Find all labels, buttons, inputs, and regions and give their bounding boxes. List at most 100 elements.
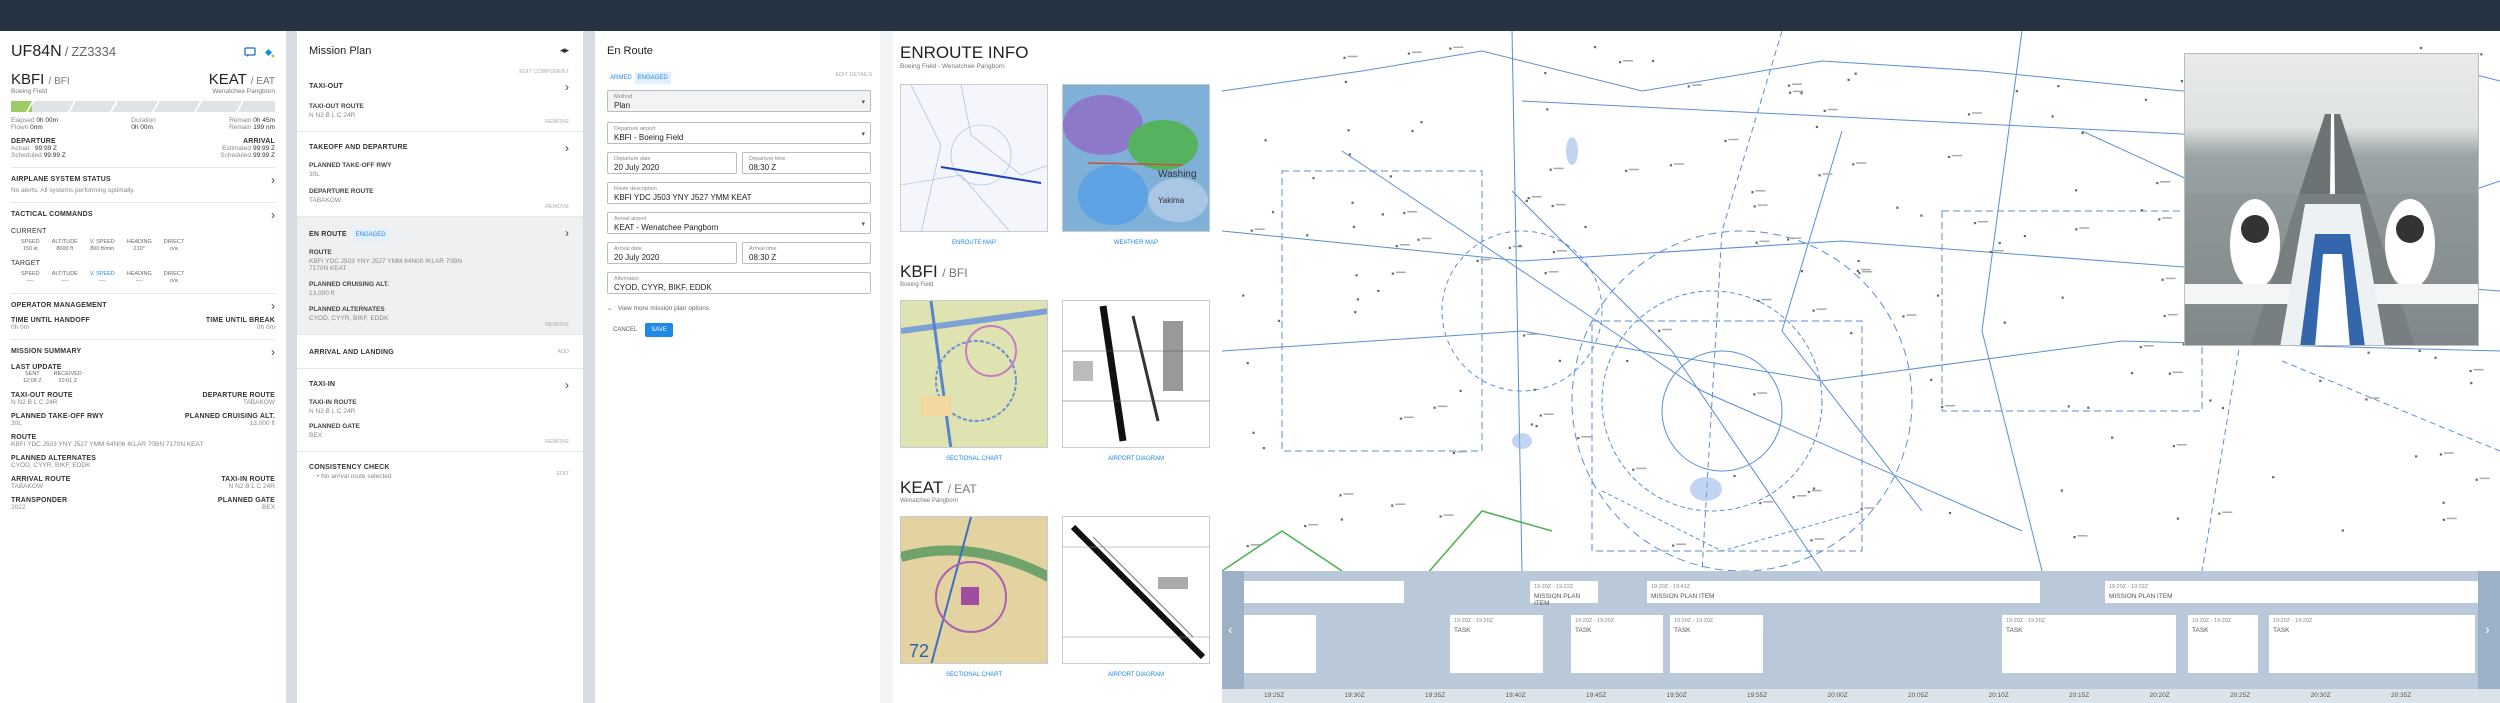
timeline-task[interactable]: 19:20Z - 19:20Z TASK — [1670, 615, 1763, 673]
navaid-point — [1920, 214, 1923, 217]
method-select[interactable]: Method Plan ▾ — [607, 90, 871, 112]
remove-button[interactable]: REMOVE — [309, 439, 569, 445]
target-commands: SPEED ---- ALTITUDE ---- V. SPEED ---- HEADING… — [11, 271, 275, 285]
command-heading[interactable]: HEADING ---- — [127, 271, 152, 285]
timeline-tick: 20:35Z — [2391, 692, 2412, 699]
remove-button[interactable]: REMOVE — [309, 119, 569, 125]
armed-toggle[interactable]: ARMED — [607, 72, 635, 84]
navaid-point — [1533, 388, 1536, 391]
takeoff-section[interactable]: TAKEOFF AND DEPARTURE › PLANNED TAKE-OFF … — [297, 132, 583, 217]
navaid-point — [2168, 372, 2171, 375]
command-heading[interactable]: HEADING 210° — [127, 239, 152, 253]
navaid-point — [1812, 487, 1816, 490]
navaid-point — [1584, 225, 1587, 229]
navaid-point — [2439, 453, 2443, 456]
taxi-in-section[interactable]: TAXI-IN › TAXI-IN ROUTE N N2 B L C 24R PL… — [297, 369, 583, 452]
mission-timeline[interactable]: ‹ › 19:20Z - 19:22Z MISSION PLAN ITEM 19:… — [1222, 571, 2500, 703]
arrival-airport-select[interactable]: Arrival airport KEAT - Wenatchee Pangborn… — [607, 212, 871, 234]
command-altitude[interactable]: ALTITUDE 8000 ft — [52, 239, 78, 253]
command-speed[interactable]: SPEED ---- — [21, 271, 40, 285]
timeline-task[interactable]: 19:20Z - 19:20Z TASK — [2002, 615, 2176, 673]
origin-airport-diagram-link[interactable]: AIRPORT DIAGRAM — [1062, 456, 1210, 462]
timeline-scroll-left[interactable]: ‹ — [1222, 571, 1244, 691]
route-description-field[interactable]: Route description KBFI YDC J503 YNY J527 … — [607, 182, 871, 204]
tactical-commands-section[interactable]: TACTICAL COMMANDS › CURRENT SPEED 150 kt AL… — [11, 202, 275, 293]
callsign: UF84N — [11, 43, 62, 60]
enroute-map-link[interactable]: ENROUTE MAP — [900, 240, 1048, 246]
svg-text:Yakima: Yakima — [1158, 196, 1185, 205]
timeline-task[interactable]: 19:20Z - 19:20Z TASK — [1571, 615, 1663, 673]
timeline-task[interactable]: 19:20Z - 19:20Z TASK — [2188, 615, 2258, 673]
timeline-task[interactable]: 19:20Z - 19:20Z TASK — [2269, 615, 2475, 673]
flight-progress-bar — [11, 101, 275, 112]
departure-time-field[interactable]: Departure time 08:30 Z — [742, 152, 871, 174]
more-options-toggle[interactable]: ⌄ View more mission plan options — [607, 304, 880, 312]
timeline-task[interactable]: 19:20Z - 19:20Z TASK — [1450, 615, 1543, 673]
navaid-point — [2060, 489, 2063, 492]
origin-sectional-link[interactable]: SECTIONAL CHART — [900, 456, 1048, 462]
enroute-chart-map[interactable] — [1222, 31, 2500, 571]
mission-summary-section[interactable]: MISSION SUMMARY › LAST UPDATE SENT 12:08 Z… — [11, 339, 275, 519]
destination-airport-diagram-link[interactable]: AIRPORT DIAGRAM — [1062, 672, 1210, 678]
timeline-plan-item[interactable]: 19:20Z - 19:41Z MISSION PLAN ITEM — [1647, 581, 2040, 603]
navaid-point — [1858, 271, 1861, 275]
timeline-plan-item[interactable] — [1244, 581, 1404, 603]
save-button[interactable]: SAVE — [645, 323, 673, 337]
timeline-plan-item[interactable]: 19:20Z - 19:22Z MISSION PLAN ITEM — [2105, 581, 2478, 603]
command-altitude[interactable]: ALTITUDE ---- — [52, 271, 78, 285]
chat-icon[interactable] — [244, 47, 256, 58]
alternates-field[interactable]: Alternates CYOD, CYYR, BIKF, EDDK — [607, 272, 871, 294]
edit-button[interactable]: EDIT — [556, 471, 569, 480]
cancel-button[interactable]: CANCEL — [607, 323, 643, 337]
taxi-out-section[interactable]: TAXI-OUT › TAXI-OUT ROUTE N N2 B L C 24R … — [297, 75, 583, 132]
weather-map-thumbnail[interactable]: Washing Yakima — [1062, 84, 1210, 232]
destination-sectional-thumbnail[interactable]: 72 — [900, 516, 1048, 664]
timeline-task[interactable] — [1244, 615, 1316, 673]
navaid-point — [1544, 71, 1547, 75]
navaid-point — [1651, 60, 1655, 63]
command-v-speed[interactable]: V. SPEED ---- — [90, 271, 115, 285]
origin-sectional-thumbnail[interactable] — [900, 300, 1048, 448]
command-v-speed[interactable]: V. SPEED 800 ft/min — [90, 239, 115, 253]
navaid-point — [1391, 504, 1394, 507]
weather-map-link[interactable]: WEATHER MAP — [1062, 240, 1210, 246]
navaid-point — [1544, 272, 1547, 275]
origin-airport-heading: KBFI / BFI Boeing Field — [900, 262, 968, 288]
arrival-section[interactable]: ARRIVAL AND LANDING ADD — [297, 335, 583, 369]
navaid-point — [1306, 234, 1309, 237]
remove-button[interactable]: REMOVE — [309, 204, 569, 210]
timeline-tick: 20:00Z — [1827, 692, 1848, 699]
collapse-icon[interactable]: ◂▸ — [560, 45, 569, 57]
navaid-point — [1403, 211, 1406, 215]
satellite-icon[interactable] — [262, 47, 275, 58]
chevron-right-icon: › — [271, 345, 275, 359]
system-status-section[interactable]: AIRPLANE SYSTEM STATUS › No alerts. All s… — [11, 167, 275, 202]
add-button[interactable]: ADD — [557, 349, 569, 356]
origin-airport-diagram-thumbnail[interactable] — [1062, 300, 1210, 448]
command-direct[interactable]: DIRECT n/a — [164, 271, 184, 285]
enroute-map-thumbnail[interactable] — [900, 84, 1048, 232]
operator-management-section[interactable]: OPERATOR MANAGEMENT › TIME UNTIL HANDOFF T… — [11, 293, 275, 339]
navaid-point — [1525, 199, 1528, 202]
engaged-toggle[interactable]: ENGAGED — [634, 72, 671, 84]
remove-button[interactable]: REMOVE — [309, 322, 569, 328]
en-route-section[interactable]: EN ROUTE ENGAGED › ROUTE KBFI YDC J503 YN… — [297, 217, 583, 335]
command-speed[interactable]: SPEED 150 kt — [21, 239, 40, 253]
navaid-point — [1810, 539, 1813, 542]
navaid-point — [1339, 494, 1342, 497]
navaid-point — [2073, 536, 2076, 539]
last-received: 10:01 Z — [58, 378, 78, 384]
command-direct[interactable]: DIRECT n/a — [164, 239, 184, 253]
navaid-point — [1989, 250, 1992, 254]
timeline-plan-item[interactable]: 19:20Z - 19:22Z MISSION PLAN ITEM — [1530, 581, 1598, 607]
timeline-scroll-right[interactable]: › — [2478, 571, 2500, 691]
destination-airport-diagram-thumbnail[interactable] — [1062, 516, 1210, 664]
destination-sectional-link[interactable]: SECTIONAL CHART — [900, 672, 1048, 678]
departure-airport-select[interactable]: Departure airport KBFI - Boeing Field ▾ — [607, 122, 871, 144]
navaid-point — [1787, 84, 1791, 87]
departure-date-field[interactable]: Departure date 20 July 2020 — [607, 152, 737, 174]
arrival-date-field[interactable]: Arrival date 20 July 2020 — [607, 242, 737, 264]
arrival-time-field[interactable]: Arrival time 08:30 Z — [742, 242, 871, 264]
navaid-point — [2470, 382, 2473, 385]
edit-details-link[interactable]: EDIT DETAILS — [836, 72, 872, 84]
